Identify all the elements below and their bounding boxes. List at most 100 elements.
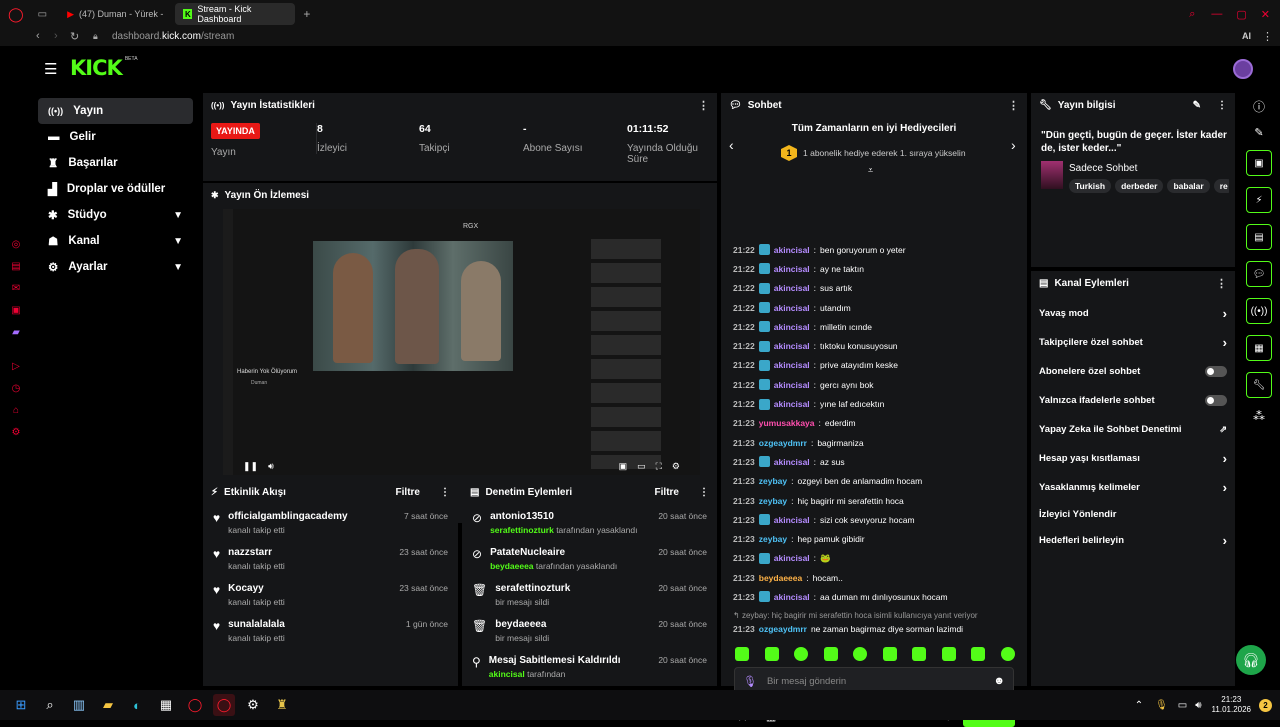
chat-user[interactable]: akincisal bbox=[774, 303, 810, 313]
reload-icon[interactable]: ↻ bbox=[70, 30, 79, 43]
chat-user[interactable]: akincisal bbox=[774, 553, 810, 563]
feed-user[interactable]: Kocayy bbox=[228, 583, 285, 594]
clock[interactable]: 21:23 11.01.2026 bbox=[1212, 695, 1251, 715]
action-goals[interactable]: Hedefleri belirleyin › bbox=[1031, 526, 1235, 555]
feed-user[interactable]: nazzstarr bbox=[228, 547, 285, 558]
edit-icon[interactable]: ✎ bbox=[1193, 100, 1201, 111]
forward-icon[interactable]: › bbox=[54, 30, 58, 42]
rail-moderation-button[interactable]: ▤ bbox=[1246, 224, 1272, 250]
chat-user[interactable]: akincisal bbox=[774, 457, 810, 467]
fullscreen-icon[interactable]: ⛶ bbox=[656, 461, 662, 472]
settings-icon[interactable]: ⚙ bbox=[672, 461, 680, 472]
chat-user[interactable]: zeybay bbox=[759, 496, 787, 506]
emote-icon[interactable] bbox=[764, 647, 779, 661]
volume-icon[interactable]: 🔊︎ bbox=[268, 461, 274, 472]
chat-user[interactable]: akincisal bbox=[774, 515, 810, 525]
back-icon[interactable]: ‹ bbox=[36, 30, 40, 42]
sidebar-icon-1[interactable]: ◎ bbox=[8, 234, 24, 256]
action-account-age[interactable]: Hesap yaşı kısıtlaması › bbox=[1031, 444, 1235, 473]
video-player[interactable]: RGX Haberin Yok Ölüyorum Duman ❚❚ 🔊︎ ▣ ▭… bbox=[223, 209, 700, 475]
sidebar-item-yayin[interactable]: ((•)) Yayın bbox=[38, 98, 193, 124]
sidebar-icon-8[interactable]: ⌂ bbox=[8, 400, 24, 422]
action-followers-only[interactable]: Takipçilere özel sohbet › bbox=[1031, 328, 1235, 357]
chat-user[interactable]: yumusakkaya bbox=[759, 418, 815, 428]
chat-user[interactable]: beydaeeea bbox=[759, 573, 802, 583]
rail-activity-button[interactable]: ⚡︎ bbox=[1246, 187, 1272, 213]
kebab-menu-icon[interactable]: ⋮ bbox=[1216, 277, 1227, 290]
task-view-icon[interactable]: ▥ bbox=[68, 694, 90, 716]
category-name[interactable]: Sadece Sohbet bbox=[1069, 163, 1137, 174]
tag[interactable]: derbeder bbox=[1115, 179, 1164, 193]
mic-icon[interactable]: 🎙︎ bbox=[743, 675, 757, 688]
tray-chevron-icon[interactable]: ⌃ bbox=[1135, 700, 1143, 711]
mod-user[interactable]: antonio13510 bbox=[490, 511, 637, 522]
theater-icon[interactable]: ▭ bbox=[637, 461, 646, 472]
emote-icon[interactable] bbox=[794, 647, 809, 661]
emoji-icon[interactable]: ☻ bbox=[993, 675, 1005, 687]
avatar[interactable] bbox=[1233, 59, 1253, 79]
chat-user[interactable]: akincisal bbox=[774, 380, 810, 390]
chat-user[interactable]: akincisal bbox=[774, 360, 810, 370]
emote-icon[interactable] bbox=[941, 647, 956, 661]
pencil-icon[interactable]: ✎ bbox=[1254, 126, 1263, 139]
mod-by[interactable]: serafettinozturk bbox=[490, 525, 554, 535]
tab-kick-dashboard[interactable]: K Stream - Kick Dashboard bbox=[175, 3, 296, 25]
subs-only-toggle[interactable] bbox=[1205, 366, 1227, 377]
mod-by[interactable]: akincisal bbox=[489, 669, 525, 679]
filter-button[interactable]: Filtre bbox=[655, 487, 679, 498]
chat-user[interactable]: akincisal bbox=[774, 245, 810, 255]
opera-logo-icon[interactable]: ◯ bbox=[8, 6, 24, 23]
new-tab-button[interactable]: + bbox=[303, 7, 310, 21]
file-explorer-icon[interactable]: ▰ bbox=[97, 694, 119, 716]
tag[interactable]: re bbox=[1213, 179, 1229, 193]
mod-user[interactable]: serafettinozturk bbox=[495, 583, 570, 594]
sidebar-icon-6[interactable]: ▷ bbox=[8, 356, 24, 378]
chevron-left-icon[interactable]: ‹ bbox=[729, 137, 734, 153]
info-icon[interactable]: ⓘ bbox=[1253, 98, 1265, 115]
tag[interactable]: babalar bbox=[1167, 179, 1210, 193]
action-host[interactable]: İzleyici Yönlendir bbox=[1031, 502, 1235, 526]
emote-icon[interactable] bbox=[1000, 647, 1015, 661]
ai-button[interactable]: AI bbox=[1242, 31, 1251, 41]
edge-icon[interactable]: ◐ bbox=[126, 694, 148, 716]
mic-icon[interactable]: 🎙︎ bbox=[1155, 700, 1168, 711]
chat-user[interactable]: akincisal bbox=[774, 322, 810, 332]
kick-logo[interactable]: KICK BETA bbox=[70, 56, 138, 80]
emote-icon[interactable] bbox=[971, 647, 986, 661]
mod-user[interactable]: beydaeeea bbox=[495, 619, 549, 630]
twitch-icon[interactable]: ▰ bbox=[8, 322, 24, 344]
emote-icon[interactable] bbox=[823, 647, 838, 661]
tag[interactable]: Turkish bbox=[1069, 179, 1112, 193]
store-icon[interactable]: ▦ bbox=[155, 694, 177, 716]
emote-icon[interactable] bbox=[912, 647, 927, 661]
tab-youtube[interactable]: ▶ (47) Duman - Yürek - bbox=[59, 3, 171, 25]
minimize-icon[interactable]: — bbox=[1211, 8, 1222, 20]
rail-info-button[interactable]: 🔧︎ bbox=[1246, 372, 1272, 398]
chat-user[interactable]: akincisal bbox=[774, 592, 810, 602]
mod-by[interactable]: beydaeeea bbox=[490, 561, 533, 571]
emote-icon[interactable] bbox=[853, 647, 868, 661]
kebab-menu-icon[interactable]: ⋮ bbox=[440, 487, 450, 498]
opera-gx-icon[interactable]: ◯ bbox=[213, 694, 235, 716]
app-icon-2[interactable]: ♜ bbox=[271, 694, 293, 716]
maximize-icon[interactable]: ▢ bbox=[1236, 8, 1246, 21]
app-icon[interactable]: ⚙ bbox=[242, 694, 264, 716]
chat-user[interactable]: zeybay bbox=[759, 476, 787, 486]
windows-start-icon[interactable]: ⊞ bbox=[10, 694, 32, 716]
rail-stats-button[interactable]: ((•)) bbox=[1246, 298, 1272, 324]
sidebar-item-gelir[interactable]: ▬ Gelir bbox=[38, 124, 193, 150]
search-icon[interactable]: ⌕ bbox=[1189, 8, 1195, 21]
sidebar-item-droplar[interactable]: ▟ Droplar ve ödüller bbox=[38, 176, 193, 202]
opera-icon[interactable]: ◯ bbox=[184, 694, 206, 716]
collapse-icon[interactable]: ⩡ bbox=[868, 165, 873, 176]
rail-chat-button[interactable]: 💬︎ bbox=[1246, 261, 1272, 287]
chat-user[interactable]: zeybay bbox=[759, 534, 787, 544]
filter-button[interactable]: Filtre bbox=[396, 487, 420, 498]
kebab-menu-icon[interactable]: ⋮ bbox=[698, 99, 709, 112]
action-banned-words[interactable]: Yasaklanmış kelimeler › bbox=[1031, 473, 1235, 502]
support-button[interactable]: 🎧︎ bbox=[1236, 645, 1266, 675]
volume-icon[interactable]: 🔊︎ bbox=[1195, 700, 1201, 711]
feed-user[interactable]: officialgamblingacademy bbox=[228, 511, 347, 522]
chevron-right-icon[interactable]: › bbox=[1011, 137, 1016, 153]
emote-only-toggle[interactable] bbox=[1205, 395, 1227, 406]
